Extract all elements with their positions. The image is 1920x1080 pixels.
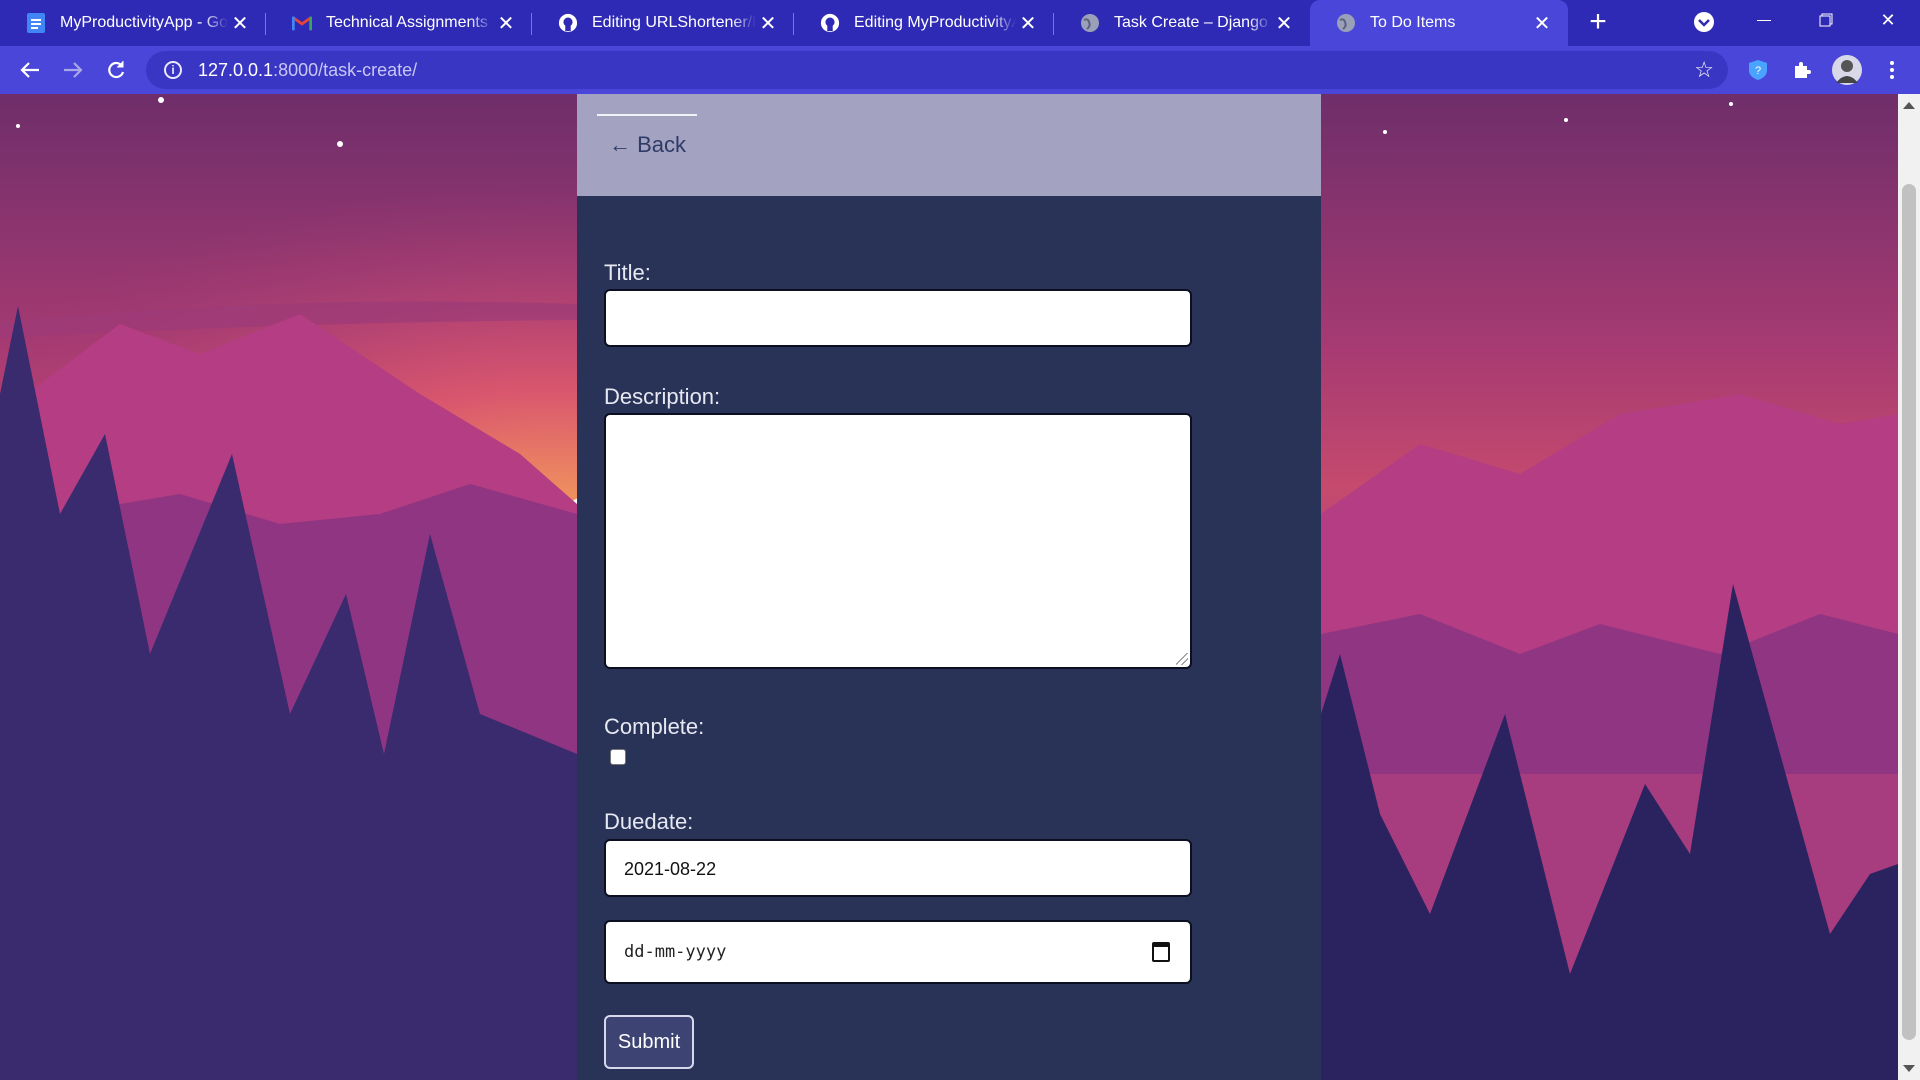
github-icon <box>820 13 840 33</box>
browser-toolbar: i 127.0.0.1:8000/task-create/ ☆ ? <box>0 46 1920 94</box>
docs-icon <box>26 13 46 33</box>
restore-button[interactable] <box>1796 0 1856 40</box>
back-link[interactable]: ← Back <box>609 132 686 158</box>
tab-task-create[interactable]: Task Create – Django RE ✕ <box>1054 0 1310 46</box>
tab-close-icon[interactable]: ✕ <box>756 11 780 36</box>
tab-title: To Do Items <box>1370 14 1456 31</box>
reload-icon <box>108 61 125 79</box>
complete-checkbox[interactable] <box>610 749 626 765</box>
title-input[interactable] <box>604 289 1192 347</box>
page-viewport: ← Back Title: Description: Complete: Due… <box>0 94 1898 1080</box>
minimize-button[interactable] <box>1734 0 1794 40</box>
reload-button[interactable] <box>100 54 132 86</box>
date-placeholder: dd-mm-yyyy <box>624 942 727 962</box>
profile-avatar-icon[interactable] <box>1832 55 1862 85</box>
arrow-left-icon <box>20 62 39 78</box>
info-icon[interactable]: i <box>164 61 182 79</box>
globe-icon <box>1080 13 1100 33</box>
arrow-right-icon <box>64 62 83 78</box>
tab-title: Editing MyProductivityA <box>854 14 1016 31</box>
duedate-date-picker[interactable]: dd-mm-yyyy <box>604 920 1192 984</box>
tab-title: Task Create – Django RE <box>1114 14 1272 31</box>
calendar-icon[interactable] <box>1152 942 1170 962</box>
tab-close-icon[interactable]: ✕ <box>1530 11 1554 36</box>
url-host: 127.0.0.1 <box>198 59 274 80</box>
submit-button[interactable]: Submit <box>604 1015 694 1069</box>
resize-grip-icon[interactable] <box>1176 653 1188 665</box>
tab-title: Editing URLShortener/R <box>592 14 756 31</box>
tab-myproductivityapp[interactable]: MyProductivityApp - Go ✕ <box>0 0 266 46</box>
back-button[interactable] <box>14 54 46 86</box>
tab-editing-urlshortener[interactable]: Editing URLShortener/R ✕ <box>532 0 794 46</box>
page-scrollbar[interactable] <box>1898 94 1920 1080</box>
tab-close-icon[interactable]: ✕ <box>494 11 518 36</box>
globe-icon <box>1336 13 1356 33</box>
extension-shield-icon[interactable]: ? <box>1744 56 1772 84</box>
duedate-label: Duedate: <box>604 809 694 834</box>
tab-close-icon[interactable]: ✕ <box>1016 11 1040 36</box>
forward-button[interactable] <box>57 54 89 86</box>
tab-to-do-items[interactable]: To Do Items ✕ <box>1310 0 1568 46</box>
tab-close-icon[interactable]: ✕ <box>228 11 252 36</box>
close-icon: ✕ <box>1880 9 1896 30</box>
header-divider <box>597 114 697 116</box>
tab-technical-assignments[interactable]: Technical Assignments fo ✕ <box>266 0 532 46</box>
card-header: ← Back <box>577 94 1321 196</box>
description-label: Description: <box>604 384 721 409</box>
github-icon <box>558 13 578 33</box>
address-bar[interactable]: i 127.0.0.1:8000/task-create/ ☆ <box>146 51 1728 89</box>
svg-text:?: ? <box>1755 65 1761 77</box>
extensions-puzzle-icon[interactable] <box>1788 56 1816 84</box>
url-path: :8000/task-create/ <box>273 59 418 80</box>
duedate-text-input[interactable]: 2021-08-22 <box>604 839 1192 897</box>
new-tab-button[interactable]: + <box>1582 7 1614 38</box>
chevron-down-circle-icon <box>1694 12 1714 32</box>
title-label: Title: <box>604 260 651 285</box>
url-text: 127.0.0.1:8000/task-create/ <box>198 60 417 81</box>
description-textarea[interactable] <box>604 413 1192 669</box>
complete-label: Complete: <box>604 714 705 739</box>
tab-close-icon[interactable]: ✕ <box>1272 11 1296 36</box>
scroll-down-arrow-icon[interactable] <box>1903 1065 1915 1072</box>
restore-icon <box>1819 13 1833 27</box>
tab-title: Technical Assignments fo <box>326 14 494 31</box>
scrollbar-thumb[interactable] <box>1902 184 1916 1040</box>
tab-strip: MyProductivityApp - Go ✕ Technical Assig… <box>0 0 1920 46</box>
tab-title: MyProductivityApp - Go <box>60 14 228 31</box>
menu-kebab-icon[interactable] <box>1878 56 1906 84</box>
duedate-value: 2021-08-22 <box>624 859 717 879</box>
minimize-icon <box>1757 19 1771 21</box>
bookmark-star-icon[interactable]: ☆ <box>1694 57 1714 83</box>
gmail-icon <box>292 13 312 33</box>
close-window-button[interactable]: ✕ <box>1858 0 1918 40</box>
scroll-up-arrow-icon[interactable] <box>1903 102 1915 109</box>
tab-search-button[interactable] <box>1674 6 1734 38</box>
task-form-card: ← Back Title: Description: Complete: Due… <box>577 94 1321 1080</box>
tab-editing-myproductivity[interactable]: Editing MyProductivityA ✕ <box>794 0 1054 46</box>
